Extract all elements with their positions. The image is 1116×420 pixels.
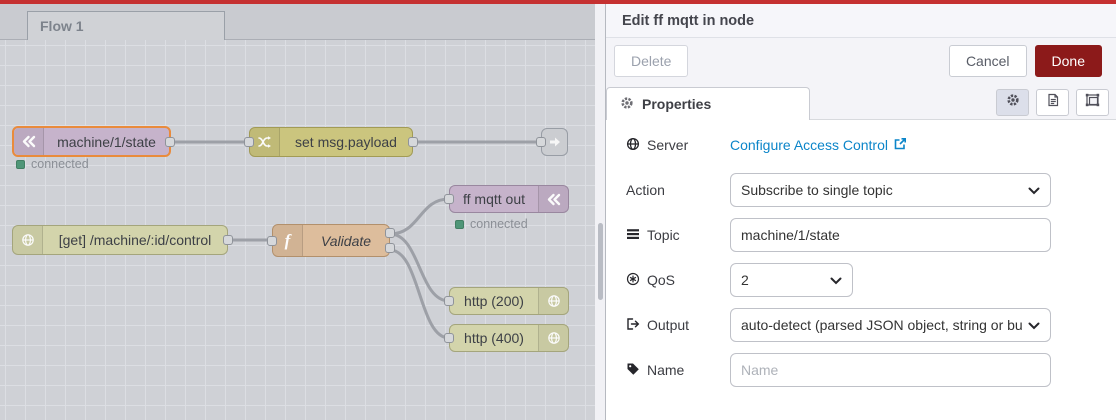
node-label: machine/1/state xyxy=(57,133,156,150)
action-select[interactable]: Subscribe to single topic xyxy=(730,173,1051,207)
status-text: connected xyxy=(31,157,89,171)
external-link-icon xyxy=(893,137,907,154)
tasks-icon xyxy=(626,227,640,244)
workspace-grid[interactable]: machine/1/state connected set msg.payloa… xyxy=(0,40,595,420)
input-port[interactable] xyxy=(267,235,277,246)
scrollbar-thumb[interactable] xyxy=(598,223,603,300)
flow-canvas: Flow 1 machine/1/state connected set msg… xyxy=(0,4,606,420)
edit-tray: Edit ff mqtt in node Delete Cancel Done … xyxy=(605,4,1116,420)
status-text: connected xyxy=(470,217,528,231)
node-label: [get] /machine/:id/control xyxy=(58,232,212,248)
document-icon xyxy=(1046,93,1060,112)
tab-flow1[interactable]: Flow 1 xyxy=(27,11,225,40)
output-port[interactable] xyxy=(408,137,418,147)
globe-icon xyxy=(538,288,568,314)
header-accent-bar xyxy=(0,0,1116,4)
node-mqtt-out[interactable]: ff mqtt out xyxy=(444,185,569,213)
node-label: http (400) xyxy=(464,330,524,346)
node-red-editor: Flow 1 machine/1/state connected set msg… xyxy=(0,0,1116,420)
tab-properties[interactable]: Properties xyxy=(606,87,810,120)
description-button[interactable] xyxy=(1036,89,1069,116)
topic-input[interactable] xyxy=(730,218,1051,252)
cancel-button[interactable]: Cancel xyxy=(948,45,1027,77)
node-label: Validate xyxy=(320,232,372,249)
node-http-response-400[interactable]: http (400) xyxy=(444,324,569,352)
chevron-down-icon xyxy=(1028,182,1040,198)
node-function[interactable]: f Validate xyxy=(267,224,395,257)
server-row: Server Configure Access Control xyxy=(626,128,1096,162)
qos-label: QoS xyxy=(626,272,730,289)
properties-button[interactable] xyxy=(996,89,1029,116)
circled-asterisk-icon xyxy=(626,272,640,289)
appearance-button[interactable] xyxy=(1076,89,1109,116)
name-row: Name xyxy=(626,353,1096,387)
function-icon: f xyxy=(273,225,303,256)
action-row: Action Subscribe to single topic xyxy=(626,173,1096,207)
workspace-tabbar: Flow 1 xyxy=(0,4,595,40)
topic-label: Topic xyxy=(626,227,730,244)
chevron-down-icon xyxy=(830,272,842,288)
tray-toolbar: Delete Cancel Done xyxy=(606,38,1116,84)
name-label: Name xyxy=(626,362,730,379)
selection-frame-icon xyxy=(1085,93,1100,112)
output-port[interactable] xyxy=(165,136,175,147)
topic-row: Topic xyxy=(626,218,1096,252)
sign-out-icon xyxy=(626,317,640,334)
gear-icon xyxy=(1006,93,1020,112)
qos-select[interactable]: 2 xyxy=(730,263,853,297)
done-button[interactable]: Done xyxy=(1034,45,1102,77)
node-label: set msg.payload xyxy=(295,134,397,150)
input-port[interactable] xyxy=(244,137,254,147)
output-port[interactable] xyxy=(223,235,233,245)
tray-title: Edit ff mqtt in node xyxy=(606,4,1116,38)
node-change[interactable]: set msg.payload xyxy=(244,127,418,157)
node-label: http (200) xyxy=(464,293,524,309)
output-label: Output xyxy=(626,317,730,334)
status-dot xyxy=(455,219,464,229)
status-mqtt-out: connected xyxy=(455,217,528,231)
input-port[interactable] xyxy=(444,296,454,306)
output-select[interactable]: auto-detect (parsed JSON object, string … xyxy=(730,308,1051,342)
node-http-in[interactable]: [get] /machine/:id/control xyxy=(12,225,233,255)
node-link-out[interactable] xyxy=(536,128,568,156)
shuffle-icon xyxy=(250,128,280,156)
server-label: Server xyxy=(626,137,730,154)
node-mqtt-in[interactable]: machine/1/state xyxy=(12,126,175,157)
action-label: Action xyxy=(626,182,665,198)
output-port-2[interactable] xyxy=(385,243,395,253)
input-port[interactable] xyxy=(444,194,454,204)
tray-tabbar: Properties xyxy=(606,84,1116,120)
chevron-down-icon xyxy=(1028,317,1040,333)
globe-icon xyxy=(13,226,43,254)
status-dot xyxy=(16,159,25,169)
node-label: ff mqtt out xyxy=(463,191,525,207)
qos-row: QoS 2 xyxy=(626,263,1096,297)
properties-form: Server Configure Access Control Action S… xyxy=(606,120,1116,395)
status-mqtt-in: connected xyxy=(16,157,89,171)
output-row: Output auto-detect (parsed JSON object, … xyxy=(626,308,1096,342)
globe-icon xyxy=(626,137,640,154)
tray-tab-actions xyxy=(996,89,1109,116)
flow-tab-label: Flow 1 xyxy=(40,18,84,34)
configure-access-control-link[interactable]: Configure Access Control xyxy=(730,137,907,154)
input-port[interactable] xyxy=(536,137,546,147)
wire[interactable] xyxy=(388,248,451,340)
name-input[interactable] xyxy=(730,353,1051,387)
input-port[interactable] xyxy=(444,333,454,343)
mqtt-icon xyxy=(538,186,568,212)
globe-icon xyxy=(538,325,568,351)
wire[interactable] xyxy=(388,197,451,236)
output-port-1[interactable] xyxy=(385,228,395,238)
tag-icon xyxy=(626,362,640,379)
properties-tab-label: Properties xyxy=(642,96,712,112)
gear-icon xyxy=(620,96,634,113)
mqtt-icon xyxy=(14,128,44,155)
delete-button[interactable]: Delete xyxy=(614,45,689,77)
node-http-response-200[interactable]: http (200) xyxy=(444,287,569,315)
